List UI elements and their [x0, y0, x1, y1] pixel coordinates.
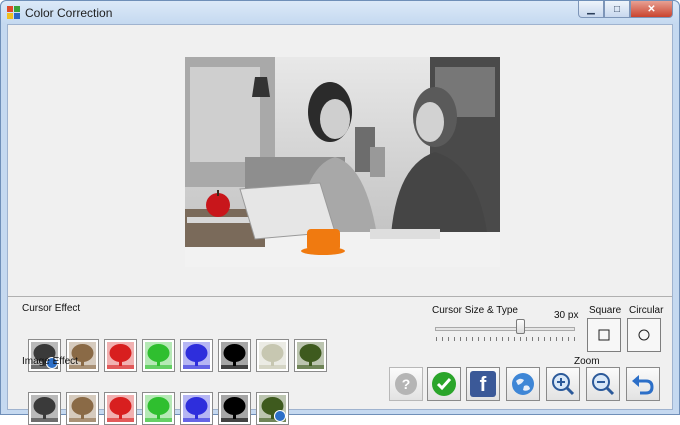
zoom-out-button[interactable]	[586, 367, 620, 401]
image-effect-thumb-sepia[interactable]	[66, 392, 99, 425]
undo-button[interactable]	[626, 367, 660, 401]
cursor-effect-label: Cursor Effect	[22, 303, 81, 314]
image-effect-label: Image Effect	[22, 356, 78, 367]
cursor-effect-thumb-original[interactable]	[294, 339, 327, 372]
cursor-effect-thumb-faded[interactable]	[256, 339, 289, 372]
tree-thumbnail-icon	[31, 395, 58, 422]
tree-thumbnail-icon	[221, 395, 248, 422]
facebook-icon: f	[470, 371, 496, 397]
square-label: Square	[589, 305, 622, 316]
cursor-size-value: 30 px	[554, 310, 579, 321]
window-controls: ▁ □ ✕	[578, 1, 673, 19]
tree-thumbnail-icon	[259, 395, 286, 422]
preview-photo[interactable]	[185, 57, 500, 267]
tree-thumbnail-icon	[107, 342, 134, 369]
checkmark-icon	[432, 372, 456, 396]
tree-thumbnail-icon	[297, 342, 324, 369]
facebook-letter: f	[479, 374, 487, 396]
globe-icon	[512, 373, 534, 395]
tree-thumbnail-icon	[183, 342, 210, 369]
maximize-icon: □	[613, 3, 621, 15]
image-effect-thumb-grayscale[interactable]	[28, 392, 61, 425]
image-effect-thumb-original[interactable]	[256, 392, 289, 425]
close-icon: ✕	[647, 3, 656, 15]
title-bar[interactable]: Color Correction ▁ □ ✕	[1, 1, 679, 24]
app-window: Color Correction ▁ □ ✕ Cursor Effect Ima…	[0, 0, 680, 425]
tree-thumbnail-icon	[107, 395, 134, 422]
window-title: Color Correction	[25, 6, 113, 20]
help-icon: ?	[395, 373, 417, 395]
image-effect-thumb-black-and-white[interactable]	[218, 392, 251, 425]
apply-button[interactable]	[427, 367, 461, 401]
cursor-effect-thumb-blue[interactable]	[180, 339, 213, 372]
client-area: Cursor Effect Image Effect Cursor Size &…	[7, 24, 673, 425]
minimize-button[interactable]: ▁	[578, 1, 604, 18]
help-button[interactable]: ?	[389, 367, 423, 401]
circle-icon	[638, 329, 650, 341]
zoom-in-icon	[552, 373, 575, 396]
square-cursor-button[interactable]	[587, 318, 621, 352]
cursor-effect-thumb-black-and-white[interactable]	[218, 339, 251, 372]
image-effect-thumb-green[interactable]	[142, 392, 175, 425]
cursor-size-type-label: Cursor Size & Type	[432, 305, 518, 316]
tree-thumbnail-icon	[145, 342, 172, 369]
web-share-button[interactable]	[506, 367, 540, 401]
cursor-size-slider-thumb[interactable]	[516, 319, 526, 334]
image-effect-thumb-blue[interactable]	[180, 392, 213, 425]
slider-ticks	[436, 337, 576, 341]
tree-thumbnail-icon	[183, 395, 210, 422]
square-icon	[598, 329, 610, 341]
undo-icon	[632, 375, 654, 395]
cursor-effect-thumb-green[interactable]	[142, 339, 175, 372]
svg-text:?: ?	[402, 376, 411, 392]
cursor-size-slider[interactable]	[435, 327, 575, 331]
facebook-share-button[interactable]: f	[466, 367, 500, 401]
image-canvas[interactable]	[8, 25, 672, 297]
tree-thumbnail-icon	[221, 342, 248, 369]
selected-check-icon	[274, 410, 286, 422]
circular-cursor-button[interactable]	[627, 318, 661, 352]
zoom-out-icon	[592, 373, 615, 396]
app-icon	[7, 6, 20, 19]
circular-label: Circular	[629, 305, 664, 316]
zoom-label: Zoom	[574, 356, 600, 367]
tree-thumbnail-icon	[259, 342, 286, 369]
tree-thumbnail-icon	[145, 395, 172, 422]
photo-graphic	[185, 57, 500, 267]
close-button[interactable]: ✕	[630, 1, 673, 18]
zoom-in-button[interactable]	[546, 367, 580, 401]
maximize-button[interactable]: □	[604, 1, 630, 18]
minimize-icon: ▁	[587, 3, 595, 15]
cursor-effect-thumb-red[interactable]	[104, 339, 137, 372]
tree-thumbnail-icon	[69, 395, 96, 422]
image-effect-thumb-red[interactable]	[104, 392, 137, 425]
